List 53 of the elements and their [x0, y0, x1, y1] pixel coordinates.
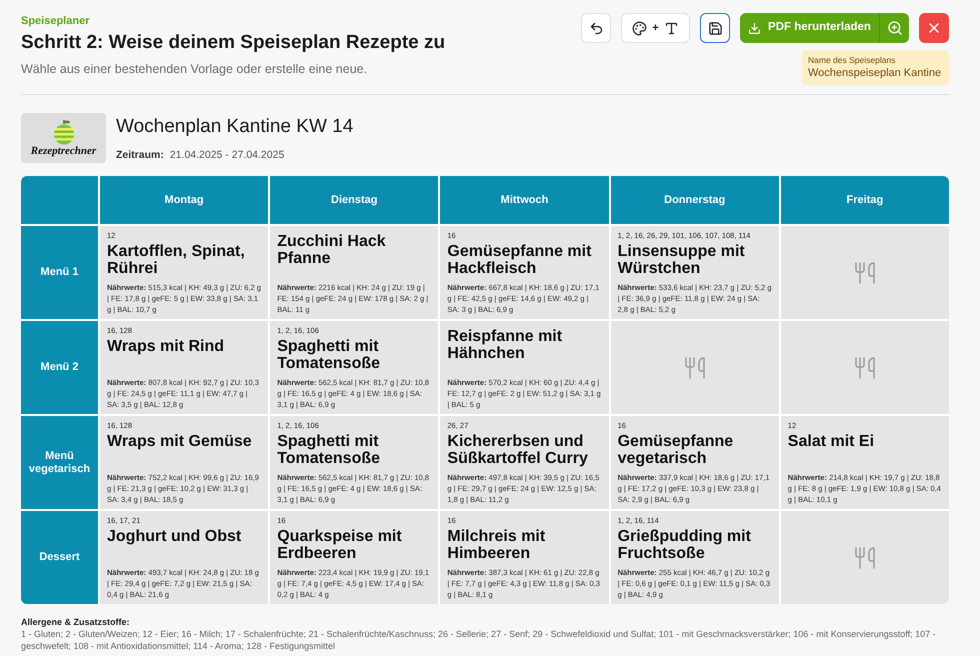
recipe-name: Kartofflen, Spinat, Rührei [107, 243, 246, 277]
undo-icon [588, 20, 604, 36]
row-label: Menü 1 [21, 226, 98, 319]
style-button[interactable]: + [621, 13, 690, 43]
plus-sign: + [652, 21, 659, 35]
day-header: Dienstag [270, 176, 438, 224]
download-icon [748, 22, 762, 34]
period-dates: 21.04.2025 - 27.04.2025 [170, 148, 284, 162]
recipe-name: Reispfanne mit Hähnchen [447, 328, 564, 362]
day-header: Mittwoch [440, 176, 609, 224]
recipe-name: Joghurt und Obst [107, 528, 242, 545]
day-header: Donnerstag [610, 176, 779, 224]
day-header: Montag [100, 176, 268, 224]
palette-icon [632, 20, 648, 36]
legend-title: Allergene & Zusatzstoffe: [21, 616, 131, 628]
recipe-name: Wraps mit Rind [107, 338, 226, 355]
save-icon [708, 20, 722, 36]
recipe-name: Quarkspeise mit Erdbeeren [277, 528, 403, 562]
recipe-name: Gemüsepfanne mit Hackfleisch [447, 243, 592, 277]
recipe-name: Grießpudding mit Fruchtsoße [618, 528, 752, 562]
breadcrumb: Speiseplaner [21, 14, 90, 28]
fork-knife-icon [682, 356, 707, 380]
recipe-name: Wraps mit Gemüse [107, 433, 253, 450]
apple-icon [52, 118, 74, 144]
undo-button[interactable] [581, 13, 611, 43]
save-button[interactable] [700, 13, 730, 43]
zoom-in-button[interactable] [879, 13, 909, 43]
close-button[interactable] [919, 13, 949, 43]
plan-name-value: Wochenspeiseplan Kantine [808, 66, 942, 81]
fork-knife-icon [852, 260, 877, 284]
row-label: Dessert [21, 511, 98, 604]
recipe-name: Spaghetti mit Tomatensoße [277, 338, 382, 372]
recipe-name: Kichererbsen und Süßkartoffel Curry [447, 433, 589, 467]
logo-text: Rezeptrechner [30, 144, 96, 158]
period-label: Zeitraum: [116, 148, 164, 162]
day-header: Freitag [780, 176, 949, 224]
plan-name-label: Name des Speiseplans [808, 54, 896, 66]
fork-knife-icon [852, 546, 877, 570]
recipe-name: Salat mit Ei [788, 433, 876, 450]
row-label: Menü vegetarisch [21, 416, 98, 509]
recipe-name: Gemüsepfanne vegetarisch [618, 433, 734, 467]
recipe-name: Spaghetti mit Tomatensoße [277, 433, 382, 467]
fork-knife-icon [852, 356, 877, 380]
row-label: Menü 2 [21, 321, 98, 414]
recipe-name: Linsensuppe mit Würstchen [618, 243, 746, 277]
page-title: Schritt 2: Weise deinem Speiseplan Rezepte zu [21, 31, 446, 55]
page-subtitle: Wähle aus einer bestehenden Vorlage oder erstelle eine neue. [21, 61, 368, 77]
legend-text: 1 - Gluten; 2 - Gluten/Weizen; 12 - Eier; 16 - Milch; 17 - Schalenfrüchte; 21 - Schalenfrüchte/Kaschnuss; 26 - Sellerie; 27 - Senf; 29 - Schwefeldioxid und Sulfat; 101 - mit Geschmacksverstärker; 106 - mit Konservierungsstoff; 107 - geschwefelt; 108 - mit Antioxidationsmittel; 114 - Aroma; 128 - Festigungsmittel [21, 628, 937, 652]
recipe-name: Milchreis mit Himbeeren [447, 528, 546, 562]
zoom-in-icon [886, 20, 902, 36]
recipe-name: Zucchini Hack Pfanne [277, 233, 387, 267]
plan-title: Wochenplan Kantine KW 14 [116, 115, 354, 139]
text-icon [664, 20, 679, 36]
